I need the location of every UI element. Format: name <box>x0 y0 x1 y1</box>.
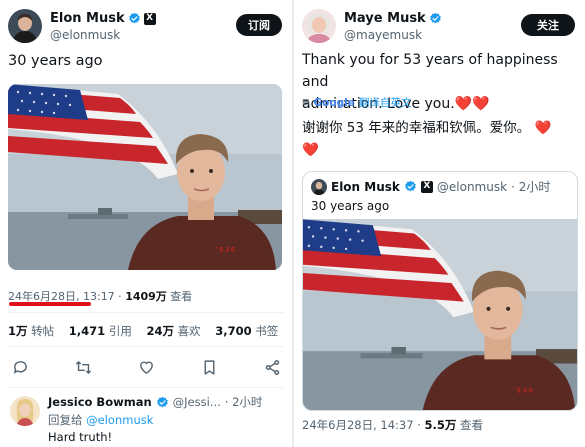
tweet-timestamp[interactable]: 24年6月28日, 14:37 · 5.5万 查看 <box>302 417 483 433</box>
tweet-text-line: Thank you for 53 years of happiness and <box>302 52 558 90</box>
views-count: 5.5万 <box>424 418 457 432</box>
reply-text: Hard truth! <box>48 430 113 444</box>
avatar[interactable] <box>10 396 40 426</box>
views-count: 1409万 <box>125 290 167 303</box>
tweet-header: Elon Musk X @elonmusk 订阅 <box>8 9 284 45</box>
avatar[interactable] <box>8 9 42 43</box>
bookmark-icon[interactable] <box>199 357 219 377</box>
quote-header: Elon Musk X @elonmusk · 2小时 <box>311 178 550 195</box>
reposts-stat[interactable]: 1万 转帖 <box>8 324 54 338</box>
tweet-panel-elon: Elon Musk X @elonmusk 订阅 30 years ago 24… <box>0 0 292 447</box>
reply-icon[interactable] <box>10 357 30 377</box>
bookmarks-stat[interactable]: 3,700 书签 <box>215 324 278 338</box>
translated-text: 谢谢你 53 年来的幸福和钦佩。爱你。 ❤️ ❤️ <box>302 117 551 161</box>
replying-prefix: 回复给 <box>48 413 87 427</box>
quoted-tweet[interactable]: Elon Musk X @elonmusk · 2小时 30 years ago <box>302 171 578 411</box>
tweet-header: Maye Musk @mayemusk 关注 <box>302 9 577 45</box>
verified-badge-icon <box>156 396 169 409</box>
replying-to-link[interactable]: @elonmusk <box>86 413 153 427</box>
author-name-text[interactable]: Elon Musk <box>50 11 125 26</box>
engagement-stats: 1万 转帖 1,471 引用 24万 喜欢 3,700 书签 <box>8 323 278 339</box>
red-underline-annotation <box>9 302 91 306</box>
reply-time[interactable]: · 2小时 <box>225 394 263 410</box>
share-icon[interactable] <box>262 357 282 377</box>
heart-emoji: ❤️ <box>302 142 319 158</box>
author-handle[interactable]: @mayemusk <box>344 28 422 42</box>
tweet-panel-maye: Maye Musk @mayemusk 关注 Thank you for 53 … <box>294 0 585 447</box>
verified-badge-icon <box>404 180 417 193</box>
verified-badge-icon <box>429 12 442 25</box>
divider <box>8 346 284 347</box>
divider <box>8 387 284 388</box>
translate-icon: ⊞ <box>302 97 310 108</box>
avatar <box>311 178 327 195</box>
like-icon[interactable] <box>136 357 156 377</box>
verified-badge-icon <box>128 12 141 25</box>
reply-tweet[interactable]: Jessico Bowman @Jessi... · 2小时 回复给 @elon… <box>8 394 288 447</box>
quote-author-name: Elon Musk <box>331 179 400 194</box>
translated-line: 谢谢你 53 年来的幸福和钦佩。爱你。 <box>302 120 531 136</box>
author-handle[interactable]: @elonmusk <box>50 28 120 42</box>
action-bar <box>10 357 282 379</box>
translate-label[interactable]: 翻译自英文 <box>359 95 412 110</box>
replying-to: 回复给 @elonmusk <box>48 412 153 428</box>
author-name[interactable]: Maye Musk <box>344 11 442 26</box>
repost-icon[interactable] <box>73 357 93 377</box>
quote-text: 30 years ago <box>311 199 390 213</box>
x-affiliate-icon: X <box>420 180 433 193</box>
x-affiliate-icon: X <box>143 12 156 25</box>
views-label: 查看 <box>456 418 484 432</box>
author-name[interactable]: Elon Musk X <box>50 11 156 26</box>
tweet-text: 30 years ago <box>8 53 103 69</box>
avatar[interactable] <box>302 9 336 43</box>
divider <box>8 312 284 313</box>
quote-author-handle: @elonmusk <box>436 179 508 194</box>
timestamp-text[interactable]: 24年6月28日, 14:37 · <box>302 418 425 432</box>
likes-stat[interactable]: 24万 喜欢 <box>146 324 200 338</box>
author-name-text[interactable]: Maye Musk <box>344 11 426 26</box>
google-logo: Google <box>313 96 355 109</box>
translate-link[interactable]: ⊞ Google 翻译自英文 <box>302 95 411 110</box>
heart-emoji: ❤️ <box>534 120 552 136</box>
quotes-stat[interactable]: 1,471 引用 <box>69 324 132 338</box>
views-label: 查看 <box>166 290 193 303</box>
reply-header: Jessico Bowman @Jessi... · 2小时 <box>48 394 262 410</box>
tweet-photo[interactable] <box>8 84 282 270</box>
heart-emoji: ❤️❤️ <box>454 96 490 112</box>
follow-button[interactable]: 关注 <box>521 14 575 36</box>
reply-author-name[interactable]: Jessico Bowman <box>48 395 152 409</box>
reply-author-handle[interactable]: @Jessi... <box>173 395 221 409</box>
quote-photo[interactable] <box>302 219 578 411</box>
quote-time: · 2小时 <box>511 180 551 194</box>
subscribe-button[interactable]: 订阅 <box>236 14 282 36</box>
